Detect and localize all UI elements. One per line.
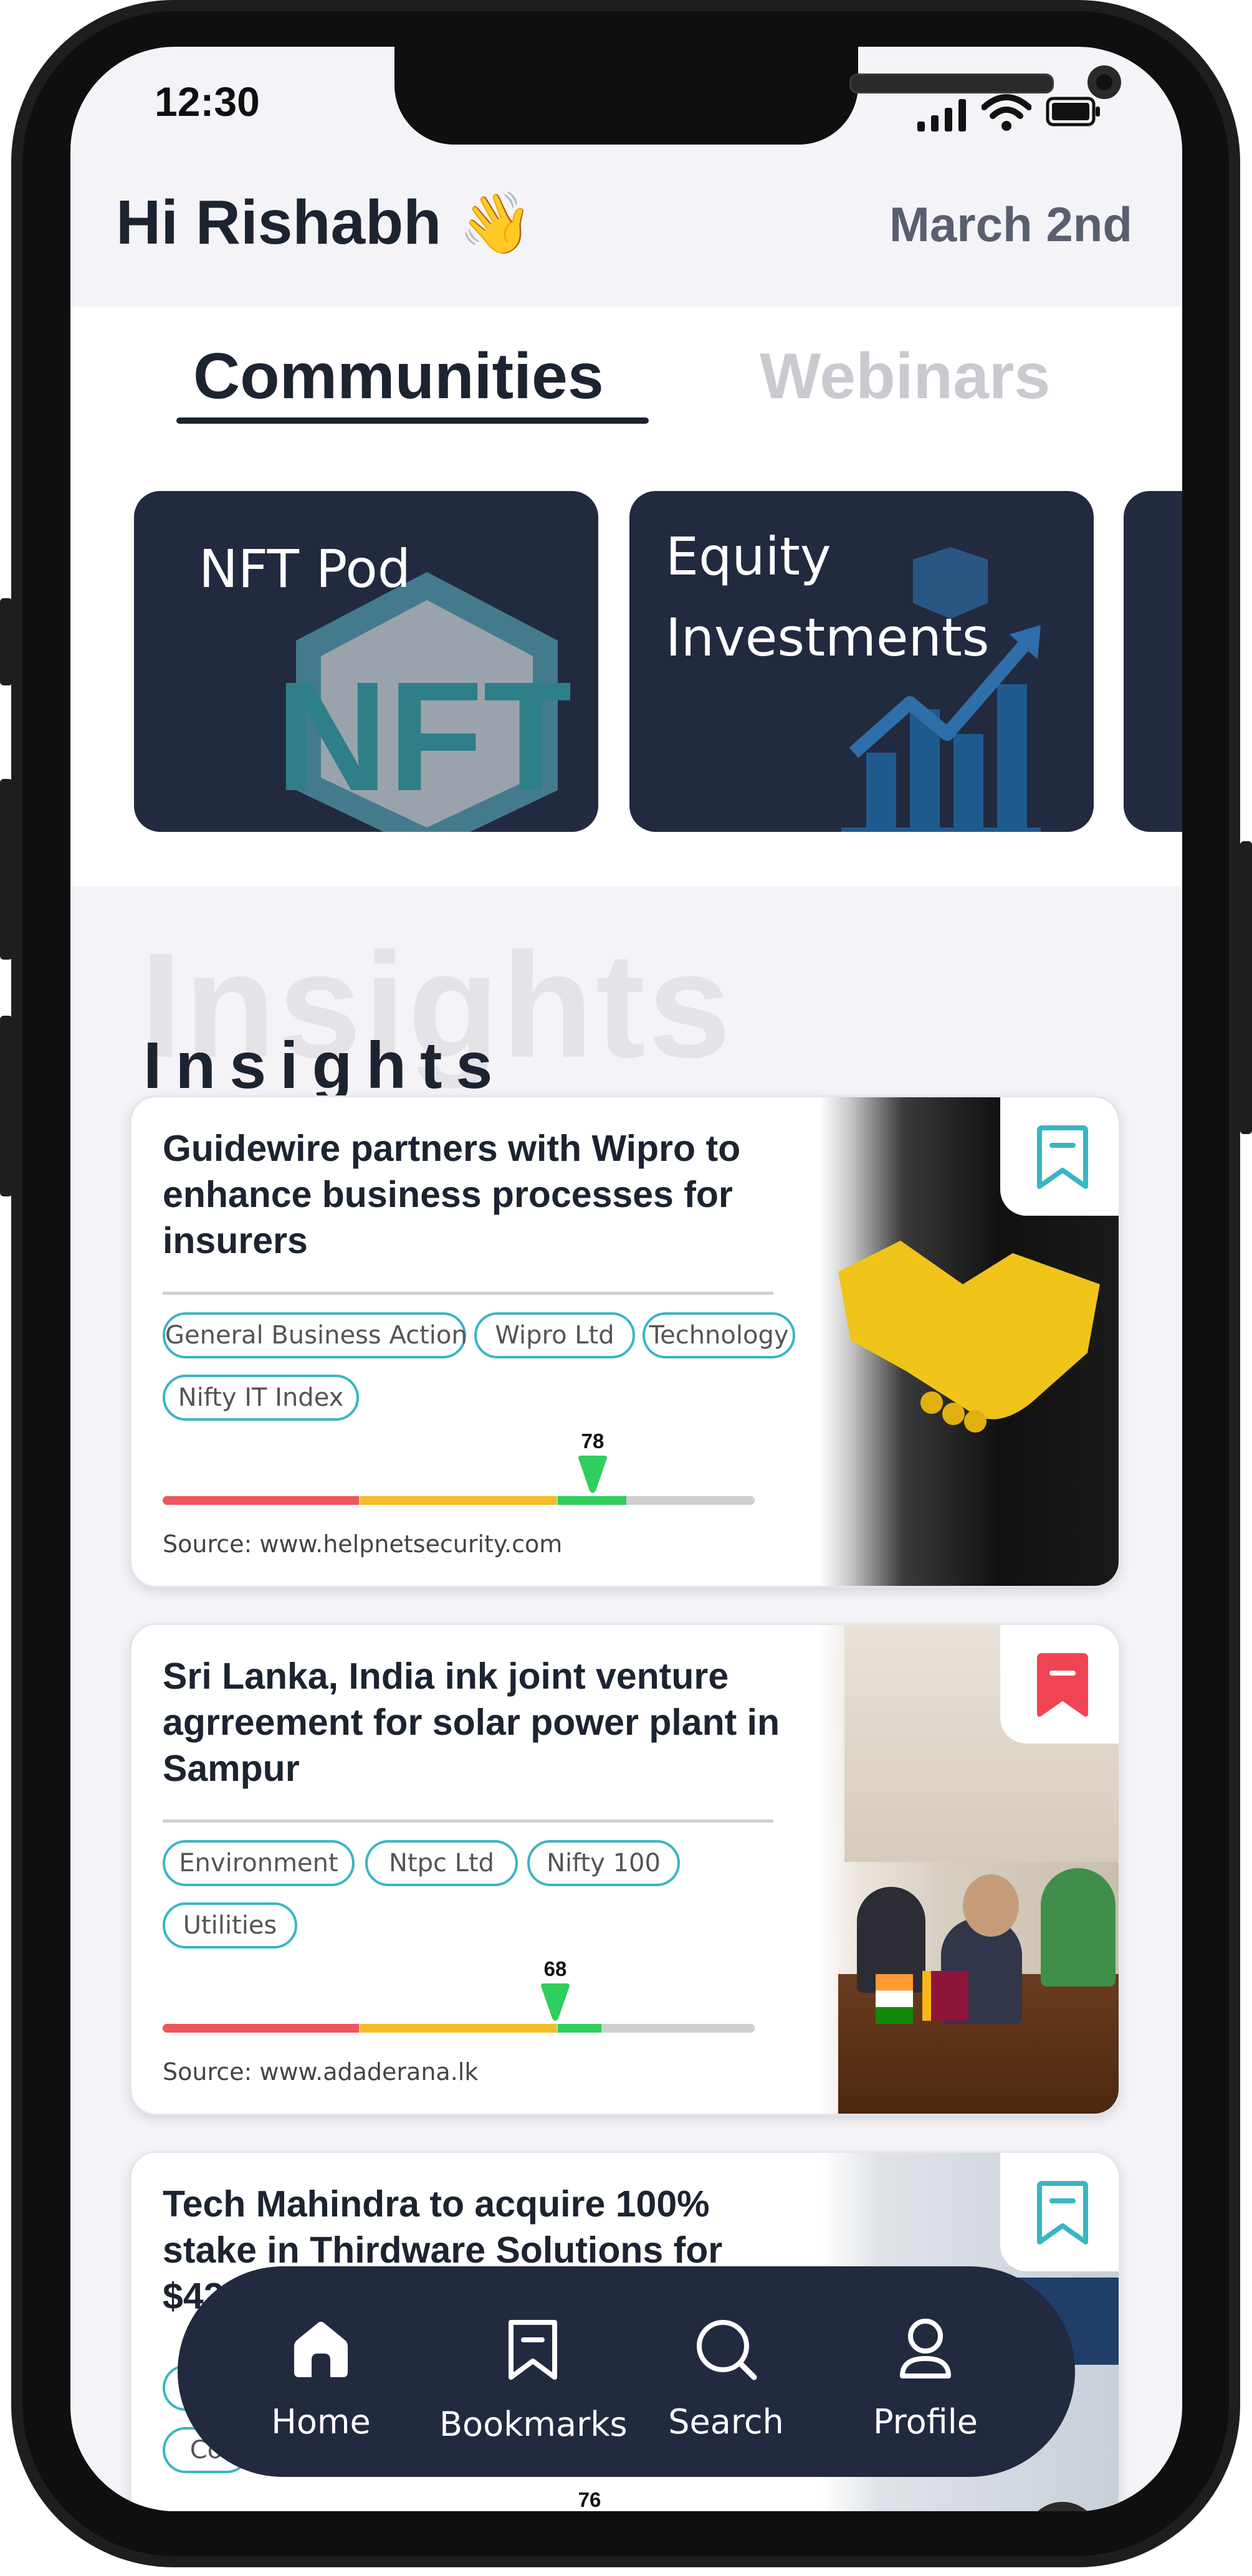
tab-communities[interactable]: Communities	[193, 340, 604, 414]
community-title-line1: Equity	[666, 526, 831, 587]
flag-india	[876, 1974, 913, 2024]
svg-text:NFT: NFT	[284, 649, 570, 823]
nav-label: Bookmarks	[439, 2405, 628, 2444]
nav-item-home[interactable]: Home	[240, 2266, 402, 2477]
volume-down-button	[0, 1016, 12, 1196]
tag-chip[interactable]: Ntpc Ltd	[365, 1840, 518, 1886]
greeting-text: Hi Rishabh	[116, 188, 442, 257]
sentiment-score: 76	[578, 2488, 601, 2511]
nav-item-profile[interactable]: Profile	[844, 2266, 1006, 2477]
bookmark-icon	[1037, 1125, 1088, 1189]
tag-chip[interactable]: Utilities	[163, 1902, 297, 1949]
community-title: NFT Pod	[199, 538, 411, 599]
search-icon	[697, 2320, 757, 2380]
waving-hand-icon: 👋	[459, 190, 533, 257]
bookmark-icon	[1037, 2181, 1088, 2244]
status-time: 12:30	[155, 79, 260, 125]
speaker-grille	[849, 74, 1054, 93]
source-label: Source: www.adaderana.lk	[163, 2058, 479, 2086]
tag-chip[interactable]: Technology	[643, 1312, 795, 1358]
nav-item-search[interactable]: Search	[651, 2266, 801, 2477]
sentiment-marker-icon	[578, 1456, 607, 1493]
sentiment-score: 68	[543, 1957, 567, 1980]
sentiment-meter	[163, 2024, 755, 2033]
greeting: Hi Rishabh 👋	[116, 187, 533, 259]
bottom-nav: Home Bookmarks Search Profile	[178, 2266, 1075, 2477]
insight-title: Guidewire partners with Wipro to enhance…	[163, 1128, 741, 1261]
bookmark-button[interactable]	[1000, 1097, 1119, 1216]
active-tab-indicator	[176, 417, 649, 424]
battery-icon	[1046, 97, 1100, 126]
front-camera	[1087, 65, 1121, 99]
community-title: Equity Investments	[666, 516, 990, 678]
community-title-line2: Investments	[666, 607, 990, 668]
mute-switch	[0, 598, 12, 685]
tag-chip[interactable]: Environment	[163, 1840, 355, 1886]
person	[1041, 1868, 1116, 1987]
profile-icon	[900, 2319, 951, 2378]
tag-chip[interactable]: Wipro Ltd	[474, 1312, 635, 1358]
signal-icon	[917, 99, 966, 131]
flag-sri-lanka	[922, 1971, 968, 2021]
nav-label: Profile	[873, 2402, 978, 2441]
sentiment-score: 78	[581, 1429, 604, 1453]
person	[1025, 2502, 1100, 2511]
insights-heading: Insights	[143, 1029, 507, 1102]
tag-chip[interactable]: General Business Action	[163, 1312, 467, 1358]
insight-card[interactable]: Sri Lanka, India ink joint venture agrre…	[130, 1623, 1121, 2116]
nav-item-bookmarks[interactable]: Bookmarks	[439, 2266, 628, 2477]
tab-webinars[interactable]: Webinars	[760, 340, 1050, 414]
wifi-icon	[982, 94, 1031, 131]
person	[963, 1874, 1019, 1937]
community-card-nft-pod[interactable]: NFT NFT Pod	[134, 491, 598, 832]
date-label: March 2nd	[889, 197, 1132, 252]
sentiment-marker-icon	[541, 1983, 570, 2021]
nav-label: Search	[668, 2402, 784, 2441]
community-card-partial[interactable]	[1124, 491, 1182, 832]
handshake-icon	[838, 1241, 1100, 1433]
community-card-equity-investments[interactable]: Equity Investments	[629, 491, 1094, 832]
bookmark-button[interactable]	[1000, 2153, 1119, 2271]
divider	[163, 1820, 773, 1823]
insight-card[interactable]: Guidewire partners with Wipro to enhance…	[130, 1095, 1121, 1588]
notch	[394, 47, 1121, 145]
divider	[163, 1292, 773, 1295]
bookmark-icon	[509, 2320, 557, 2380]
volume-up-button	[0, 779, 12, 960]
insight-title: Sri Lanka, India ink joint venture agrre…	[163, 1656, 780, 1789]
bookmark-filled-icon	[1037, 1653, 1088, 1717]
home-icon	[294, 2322, 348, 2377]
sentiment-meter	[163, 1496, 755, 1505]
source-label: Source: www.helpnetsecurity.com	[163, 1530, 563, 1558]
app-screen: 12:30 Hi Rishabh 👋 March 2nd Communities…	[70, 47, 1182, 2511]
nav-label: Home	[271, 2402, 371, 2441]
tag-chip[interactable]: Nifty 100	[527, 1840, 680, 1886]
power-button	[1240, 841, 1252, 1134]
bookmark-button[interactable]	[1000, 1625, 1119, 1744]
tag-chip[interactable]: Nifty IT Index	[163, 1375, 359, 1421]
